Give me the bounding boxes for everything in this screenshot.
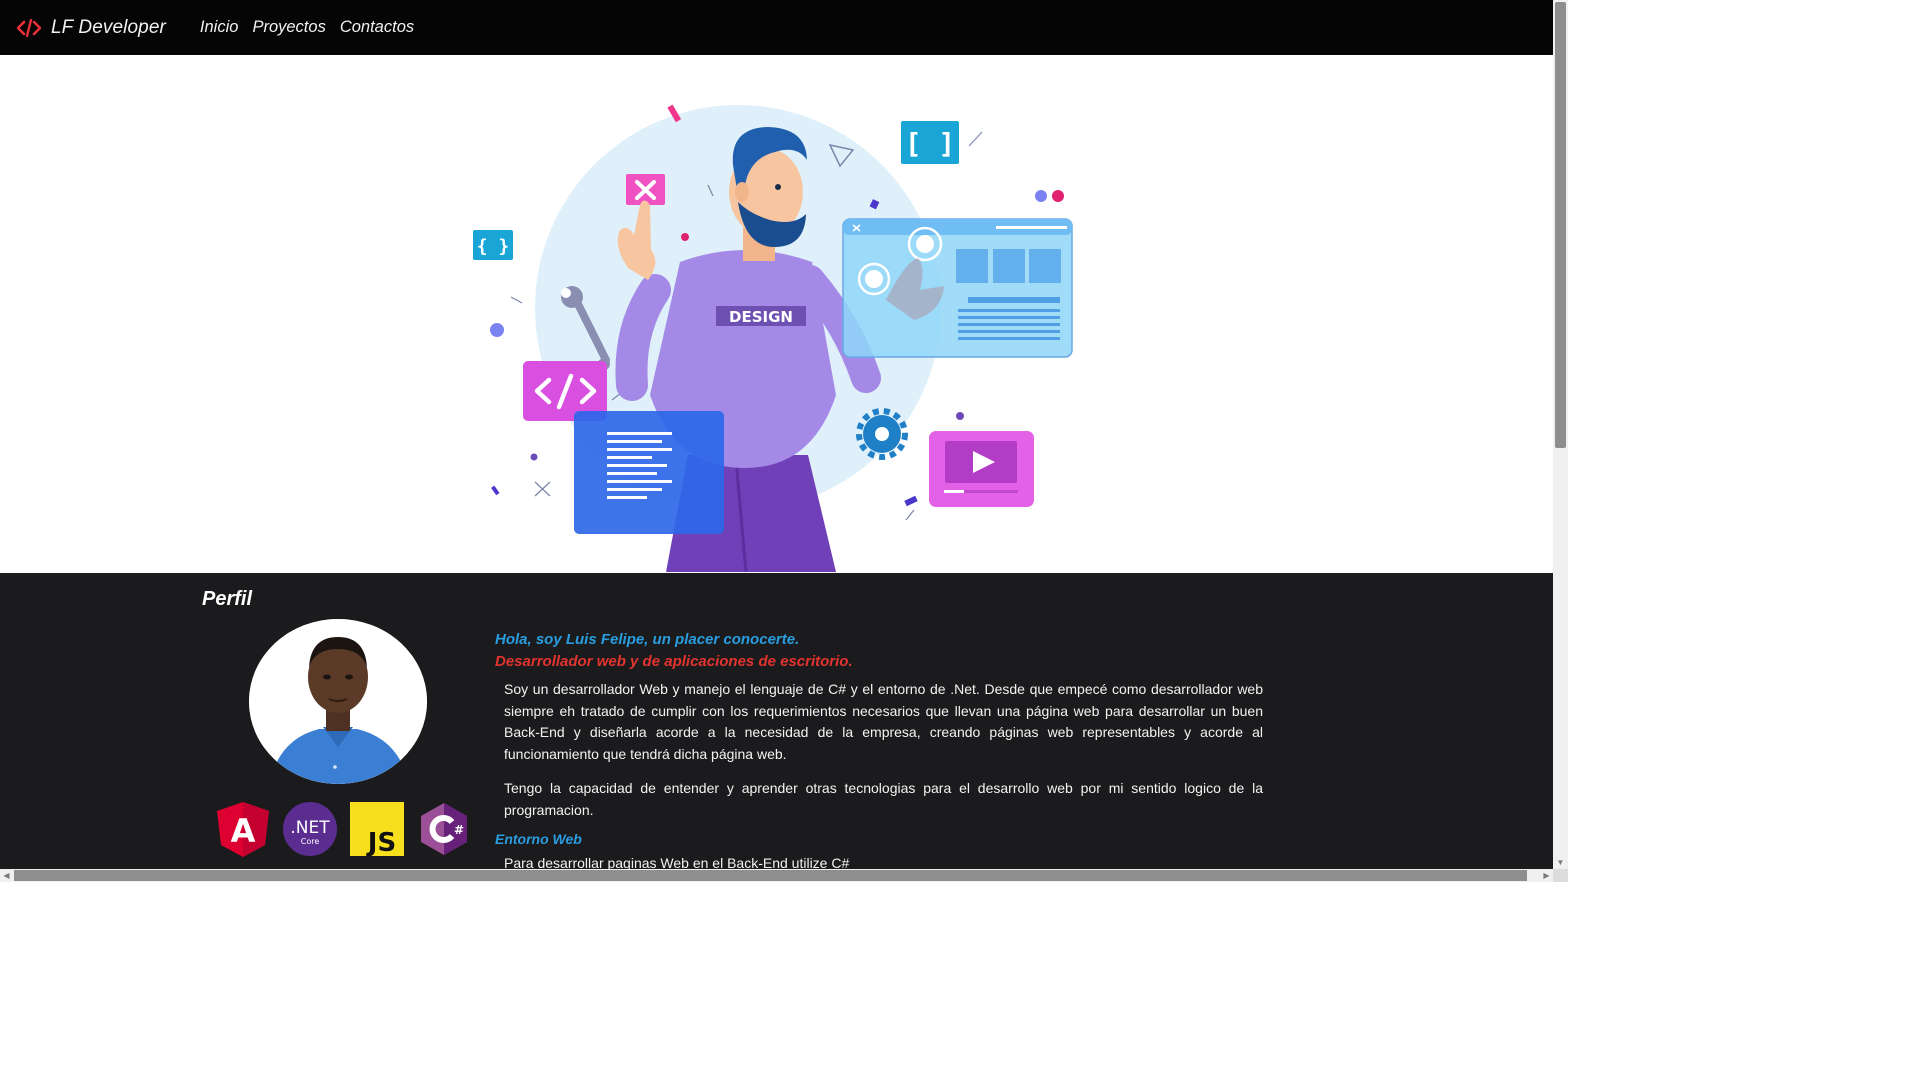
javascript-logo: JS (350, 802, 404, 857)
vertical-scrollbar-thumb[interactable] (1555, 2, 1566, 448)
dotnet-core-logo: .NET Core (283, 802, 337, 856)
brand-name: LF Developer (51, 16, 166, 38)
horizontal-scrollbar-thumb[interactable] (14, 870, 1527, 881)
nav-links: Inicio Proyectos Contactos (200, 18, 414, 37)
nav-link-inicio[interactable]: Inicio (200, 18, 239, 37)
profile-title: Perfil (202, 588, 253, 610)
scroll-down-icon[interactable]: ▼ (1553, 857, 1568, 869)
nav-link-proyectos[interactable]: Proyectos (252, 18, 325, 37)
svg-text:.NET: .NET (290, 818, 330, 838)
svg-text:{ }: { } (477, 236, 510, 257)
svg-text:#: # (454, 823, 464, 837)
developer-illustration: { } [ ] DESIGN (473, 104, 1073, 573)
profile-content: Hola, soy Luis Felipe, un placer conocer… (495, 629, 1263, 874)
angular-logo: A (217, 802, 269, 857)
top-navbar: LF Developer Inicio Proyectos Contactos (0, 0, 1553, 55)
profile-section: Perfil A .NET Core JS # Hola, soy Luis F… (0, 573, 1553, 882)
csharp-logo: # (421, 803, 467, 855)
nav-link-contactos[interactable]: Contactos (340, 18, 414, 37)
code-icon (17, 18, 41, 37)
scroll-right-icon[interactable]: ▶ (1540, 869, 1553, 882)
tech-logos: A .NET Core JS # (216, 801, 471, 857)
shirt-text: DESIGN (729, 308, 793, 326)
profile-paragraph-2: Tengo la capacidad de entender y aprende… (504, 780, 1263, 818)
profile-photo (249, 619, 427, 784)
vertical-scrollbar[interactable]: ▲ ▼ (1553, 0, 1568, 869)
svg-text:Core: Core (301, 837, 320, 846)
entorno-web-heading: Entorno Web (495, 831, 582, 847)
svg-text:[ ]: [ ] (905, 127, 956, 160)
svg-text:JS: JS (366, 828, 396, 857)
hero-section: { } [ ] DESIGN (0, 55, 1553, 573)
brand[interactable]: LF Developer (17, 17, 166, 39)
role-heading: Desarrollador web y de aplicaciones de e… (495, 653, 853, 670)
profile-paragraph-1: Soy un desarrollador Web y manejo el len… (504, 681, 1263, 762)
scroll-left-icon[interactable]: ◀ (0, 869, 13, 882)
horizontal-scrollbar[interactable]: ◀ ▶ (0, 869, 1553, 882)
scrollbar-corner (1553, 869, 1568, 882)
svg-text:A: A (231, 812, 256, 850)
greeting-heading: Hola, soy Luis Felipe, un placer conocer… (495, 631, 800, 648)
avatar (249, 619, 427, 784)
